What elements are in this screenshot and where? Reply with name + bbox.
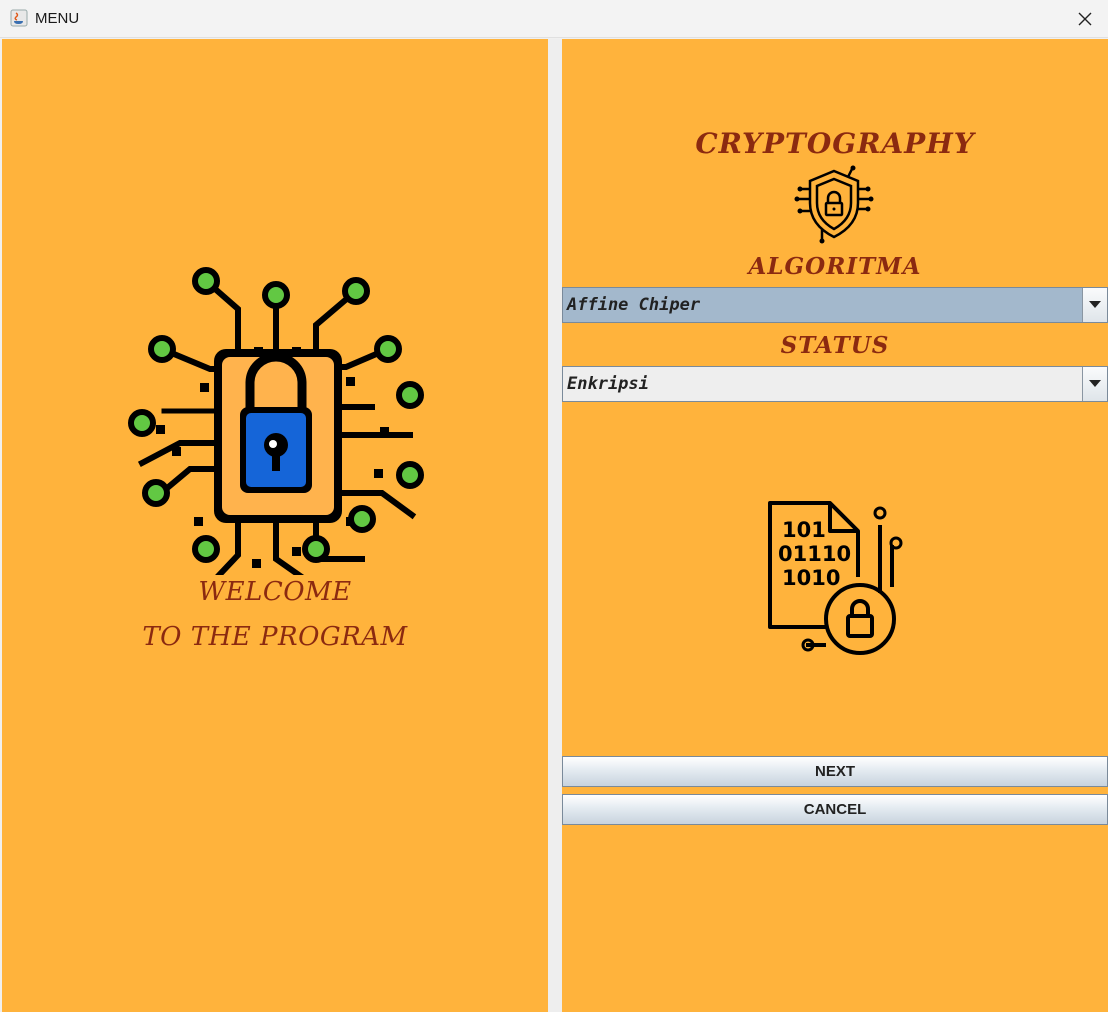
data-bits-line-1: 101	[782, 518, 826, 542]
data-bits-line-3: 1010	[782, 566, 840, 590]
shield-lock-icon	[794, 165, 874, 244]
right-button-area	[562, 748, 1108, 1012]
algorithm-label: ALGORITMA	[748, 253, 922, 280]
next-button[interactable]: NEXT	[562, 756, 1108, 787]
chevron-down-icon	[1089, 380, 1101, 387]
algorithm-combo-value: Affine Chiper	[567, 295, 701, 315]
left-welcome-panel: WELCOME TO THE PROGRAM	[2, 39, 548, 1012]
welcome-line-2: TO THE PROGRAM	[142, 622, 408, 652]
encrypted-file-icon: 101 01110 1010	[768, 501, 903, 655]
java-app-icon	[10, 9, 28, 27]
window-title: MENU	[35, 10, 80, 27]
circuit-lock-icon	[128, 267, 424, 575]
welcome-line-1: WELCOME	[198, 577, 352, 607]
status-dropdown-button[interactable]	[1082, 367, 1107, 401]
cancel-button[interactable]: CANCEL	[562, 794, 1108, 825]
close-button[interactable]	[1062, 0, 1108, 38]
data-bits-line-2: 01110	[778, 542, 851, 566]
algorithm-dropdown-button[interactable]	[1082, 288, 1107, 322]
app-title: CRYPTOGRAPHY	[695, 127, 975, 160]
panel-divider[interactable]	[548, 39, 562, 1012]
window-titlebar: MENU	[0, 0, 1108, 38]
close-icon	[1078, 12, 1092, 26]
chevron-down-icon	[1089, 301, 1101, 308]
algorithm-combo[interactable]: Affine Chiper	[562, 287, 1108, 323]
status-combo-value: Enkripsi	[567, 374, 649, 394]
status-label: STATUS	[780, 332, 890, 359]
status-combo[interactable]: Enkripsi	[562, 366, 1108, 402]
